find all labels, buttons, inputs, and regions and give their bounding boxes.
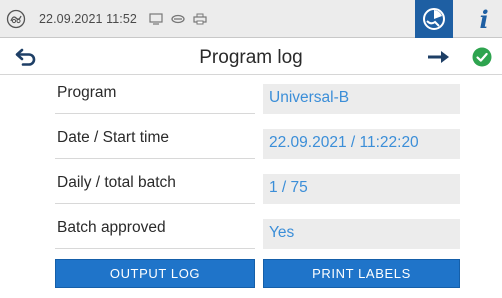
check-circle-icon <box>472 47 492 67</box>
row-date-start-time: Date / Start time 22.09.2021 / 11:22:20 <box>55 121 460 161</box>
status-datetime: 22.09.2021 11:52 <box>39 12 137 26</box>
info-button[interactable]: i <box>466 0 502 38</box>
row-label: Program <box>55 84 255 114</box>
right-arrow-icon[interactable] <box>427 49 451 65</box>
row-label: Daily / total batch <box>55 174 255 204</box>
monitor-icon <box>149 13 163 25</box>
row-value: Yes <box>263 219 460 249</box>
status-left-group: 22.09.2021 11:52 <box>6 9 215 29</box>
row-value: 1 / 75 <box>263 174 460 204</box>
row-batch: Daily / total batch 1 / 75 <box>55 166 460 206</box>
status-bar: 22.09.2021 11:52 i <box>0 0 502 38</box>
row-value: 22.09.2021 / 11:22:20 <box>263 129 460 159</box>
printer-icon <box>193 13 207 25</box>
row-batch-approved: Batch approved Yes <box>55 211 460 251</box>
program-log-panel: Program Universal-B Date / Start time 22… <box>0 76 502 298</box>
output-log-button[interactable]: OUTPUT LOG <box>55 259 255 288</box>
connection-status-button[interactable] <box>415 0 453 38</box>
info-icon: i <box>479 4 489 34</box>
title-bar: Program log <box>0 39 502 75</box>
device-logo-icon <box>6 9 26 29</box>
row-label: Date / Start time <box>55 129 255 159</box>
row-value: Universal-B <box>263 84 460 114</box>
print-labels-button[interactable]: PRINT LABELS <box>263 259 460 288</box>
link-icon <box>171 14 185 24</box>
row-label: Batch approved <box>55 219 255 249</box>
connection-icon <box>423 8 445 30</box>
row-program: Program Universal-B <box>55 76 460 116</box>
